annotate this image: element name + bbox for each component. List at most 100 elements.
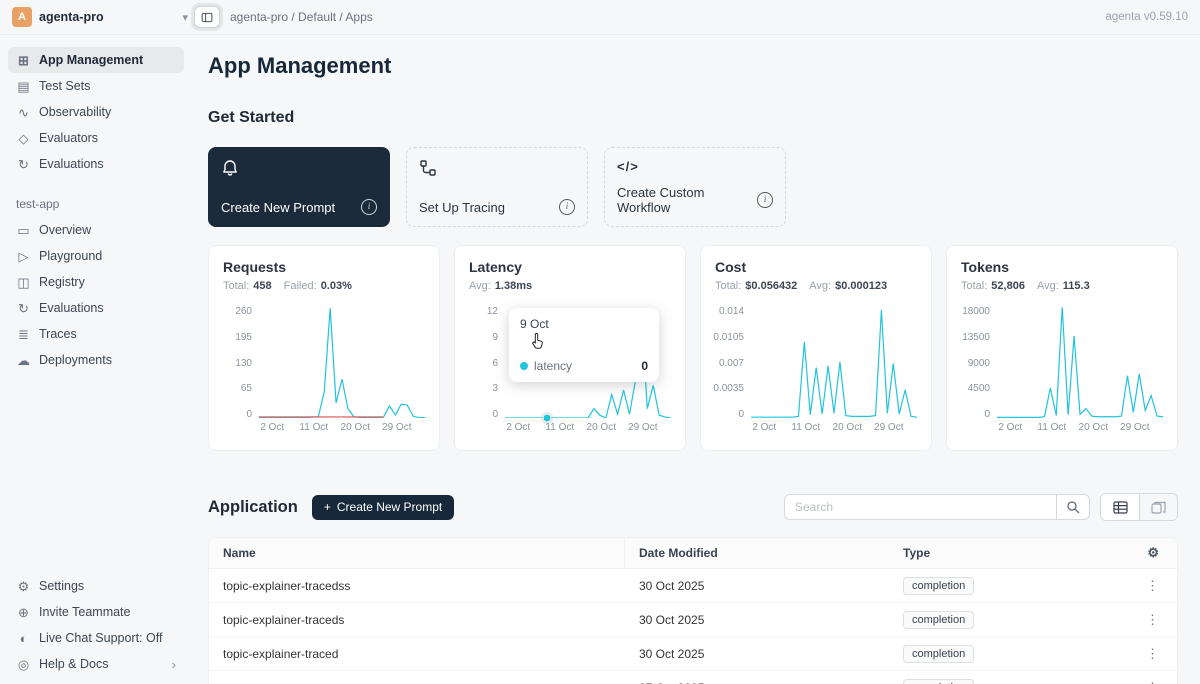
workspace-avatar: A — [12, 7, 32, 27]
sidebar-item[interactable]: ⊞ App Management — [8, 47, 184, 73]
page-title: App Management — [208, 53, 1178, 79]
sidebar-toggle-button[interactable] — [194, 6, 220, 28]
sidebar-item[interactable]: ↻ Evaluations — [8, 151, 184, 177]
y-tick-label: 0 — [246, 409, 252, 420]
create-custom-workflow-card[interactable]: </> Create Custom Workflow i — [604, 147, 786, 227]
sidebar-footer-item[interactable]: ◎ Help & Docs › — [8, 651, 184, 677]
apps-table: Name Date Modified Type ⚙ topic-explaine… — [208, 537, 1178, 684]
y-tick-label: 260 — [235, 306, 252, 317]
sidebar-item[interactable]: ▭ Overview — [8, 217, 184, 243]
row-menu-icon[interactable]: ⋮ — [1146, 680, 1159, 684]
create-new-prompt-button[interactable]: + Create New Prompt — [312, 495, 454, 520]
sidebar-item-label: Evaluations — [39, 157, 104, 171]
y-axis: 260195130650 — [223, 306, 259, 434]
table-row[interactable]: topic-explainer-traceds 30 Oct 2025 comp… — [209, 603, 1177, 637]
stat-title: Cost — [715, 259, 917, 275]
tracing-icon — [419, 159, 437, 177]
sidebar-item[interactable]: ◇ Evaluators — [8, 125, 184, 151]
stat-value: $0.056432 — [745, 280, 797, 292]
table-row[interactable]: topic-explainer-tracedss 30 Oct 2025 com… — [209, 569, 1177, 603]
series-dot-icon — [520, 362, 528, 370]
monitor-icon: ▭ — [16, 224, 31, 237]
sidebar-item[interactable]: ∿ Observability — [8, 99, 184, 125]
sidebar-item[interactable]: ◫ Registry — [8, 269, 184, 295]
app-date-modified: 30 Oct 2025 — [625, 613, 889, 627]
column-header-type: Type — [889, 546, 1121, 560]
stat-value: 115.3 — [1063, 280, 1090, 292]
sidebar-item-label: Overview — [39, 223, 91, 237]
app-date-modified: 30 Oct 2025 — [625, 647, 889, 661]
info-icon[interactable]: i — [361, 199, 377, 215]
table-view-button[interactable] — [1101, 494, 1139, 520]
x-tick-label: 11 Oct — [299, 422, 328, 433]
mouse-cursor-icon — [531, 332, 547, 350]
gear-icon[interactable]: ⚙ — [1147, 545, 1159, 561]
main-content: App Management Get Started Create New Pr… — [192, 35, 1200, 684]
table-row[interactable]: topic-explainer-traced 30 Oct 2025 compl… — [209, 637, 1177, 671]
y-axis: 1800013500900045000 — [961, 306, 997, 434]
app-name: topic-explainer-traced — [209, 637, 625, 670]
info-icon[interactable]: i — [559, 199, 575, 215]
card-label: Create Custom Workflow — [617, 185, 757, 215]
sidebar-item[interactable]: ☁ Deployments — [8, 347, 184, 373]
search-icon — [1066, 500, 1080, 514]
latency-chart-card: Latency Avg:1.38ms 129630 2 Oct11 Oct20 … — [454, 245, 686, 451]
sidebar-footer-item[interactable]: ⊕ Invite Teammate — [8, 599, 184, 625]
stat-subs: Total:458Failed:0.03% — [223, 280, 425, 292]
invite-icon: ⊕ — [16, 606, 31, 619]
card-view-icon — [1151, 501, 1166, 514]
info-icon[interactable]: i — [757, 192, 773, 208]
y-tick-label: 195 — [235, 332, 252, 343]
help-icon: ◎ — [16, 658, 31, 671]
search-input[interactable] — [784, 494, 1056, 520]
y-tick-label: 0 — [492, 409, 498, 420]
chevron-down-icon: ▾ — [182, 11, 188, 24]
x-axis: 2 Oct11 Oct20 Oct29 Oct — [505, 422, 671, 434]
y-tick-label: 18000 — [962, 306, 990, 317]
sidebar-item-label: Evaluators — [39, 131, 98, 145]
registry-icon: ◫ — [16, 276, 31, 289]
refresh-icon: ↻ — [16, 302, 31, 315]
panel-icon — [201, 10, 213, 25]
stat-label: Total: — [223, 280, 249, 292]
sidebar-item[interactable]: ≣ Traces — [8, 321, 184, 347]
workspace-selector[interactable]: A agenta-pro ▾ — [12, 7, 188, 27]
stat-label: Avg: — [809, 280, 831, 292]
sidebar-item[interactable]: ▤ Test Sets — [8, 73, 184, 99]
sidebar-item-label: Registry — [39, 275, 85, 289]
refresh-icon: ↻ — [16, 158, 31, 171]
breadcrumb[interactable]: agenta-pro / Default / Apps — [230, 10, 373, 24]
table-row[interactable]: career-assessment 27 Oct 2025 completion… — [209, 671, 1177, 684]
row-menu-icon[interactable]: ⋮ — [1146, 646, 1159, 662]
stat-label: Avg: — [469, 280, 491, 292]
view-toggle-group — [1100, 493, 1178, 521]
sidebar-footer-item[interactable]: ⚙ Settings — [8, 573, 184, 599]
app-version: agenta v0.59.10 — [1106, 11, 1189, 23]
type-badge: completion — [903, 611, 974, 629]
stat-value: 0.03% — [321, 280, 352, 292]
sidebar: ⊞ App Management ▤ Test Sets ∿ Observabi… — [0, 35, 192, 684]
y-tick-label: 13500 — [962, 332, 990, 343]
tooltip-series: latency — [534, 359, 572, 373]
card-view-button[interactable] — [1139, 494, 1177, 520]
y-tick-label: 0 — [984, 409, 990, 420]
stat-value: 1.38ms — [495, 280, 532, 292]
sidebar-item[interactable]: ↻ Evaluations — [8, 295, 184, 321]
stat-title: Latency — [469, 259, 671, 275]
y-tick-label: 65 — [241, 383, 252, 394]
line-chart: 260195130650 2 Oct11 Oct20 Oct29 Oct — [223, 306, 425, 434]
x-tick-label: 20 Oct — [1079, 422, 1108, 433]
sidebar-item[interactable]: ▷ Playground — [8, 243, 184, 269]
create-new-prompt-card[interactable]: Create New Prompt i — [208, 147, 390, 227]
sidebar-footer-item[interactable]: ◐ Live Chat Support: Off — [8, 625, 184, 651]
stat-title: Requests — [223, 259, 425, 275]
set-up-tracing-card[interactable]: Set Up Tracing i — [406, 147, 588, 227]
row-menu-icon[interactable]: ⋮ — [1146, 612, 1159, 628]
cloud-icon: ☁ — [16, 354, 31, 367]
y-tick-label: 3 — [492, 383, 498, 394]
sidebar-app-section-label: test-app — [16, 197, 176, 211]
traces-icon: ≣ — [16, 328, 31, 341]
row-menu-icon[interactable]: ⋮ — [1146, 578, 1159, 594]
search-button[interactable] — [1056, 494, 1090, 520]
tooltip-date: 9 Oct — [520, 317, 648, 331]
